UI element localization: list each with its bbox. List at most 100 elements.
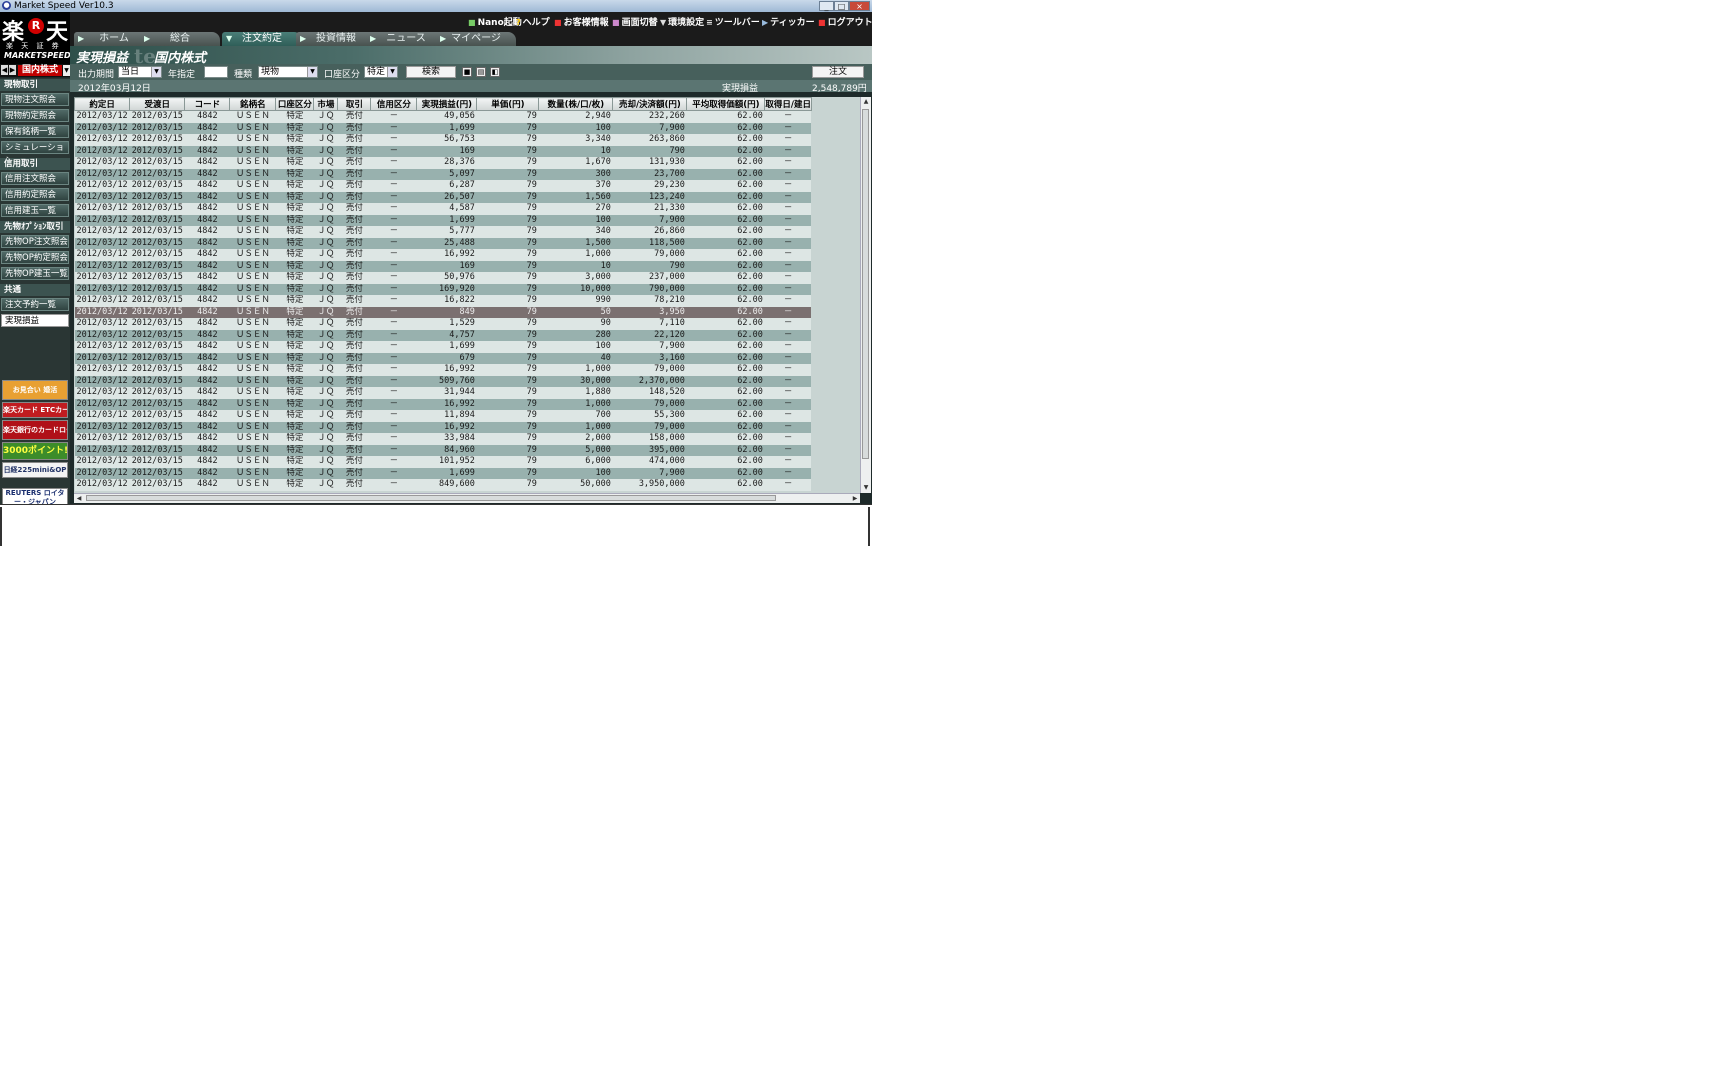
sidebar-item-simulation[interactable]: シミュレーション: [1, 141, 69, 166]
column-header[interactable]: 取得日/建日: [764, 97, 812, 111]
table-row[interactable]: 2012/03/12 2012/03/15 4842 ＵＳＥＮ 特定 ＪＱ 売付 － 5,097…: [74, 168, 812, 180]
minimize-button[interactable]: _: [819, 1, 834, 11]
nano-link[interactable]: ■ Nano起動: [468, 15, 522, 28]
column-header[interactable]: コード: [184, 97, 231, 111]
column-header[interactable]: 実現損益(円): [416, 97, 478, 111]
table-row[interactable]: 2012/03/12 2012/03/15 4842 ＵＳＥＮ 特定 ＪＱ 売付 － 31,94…: [74, 387, 812, 399]
logout-link[interactable]: ■ ログアウト: [818, 15, 872, 28]
order-button[interactable]: 注文: [812, 66, 864, 78]
sidebar-item-margin-orders[interactable]: 信用注文照会: [1, 172, 69, 185]
ad-banner-nikkei[interactable]: 日経225mini&OP: [2, 462, 68, 478]
period-select[interactable]: 当日 ▼: [118, 66, 162, 78]
sidebar-item-futures-executions[interactable]: 先物OP約定照会: [1, 251, 69, 264]
ad-banner-points[interactable]: 3000ポイント!: [2, 442, 68, 460]
scroll-up-icon[interactable]: ▲: [861, 97, 871, 107]
table-row[interactable]: 2012/03/12 2012/03/15 4842 ＵＳＥＮ 特定 ＪＱ 売付 － 49,05…: [74, 110, 812, 123]
table-row[interactable]: 2012/03/12 2012/03/15 4842 ＵＳＥＮ 特定 ＪＱ 売付 － 16,99…: [74, 249, 812, 261]
vertical-scrollbar[interactable]: ▲ ▼: [860, 97, 871, 493]
table-row[interactable]: 2012/03/12 2012/03/15 4842 ＵＳＥＮ 特定 ＪＱ 売付 － 169 79…: [74, 260, 812, 272]
horizontal-scrollbar[interactable]: ◀ ▶: [74, 493, 860, 503]
table-row[interactable]: 2012/03/12 2012/03/15 4842 ＵＳＥＮ 特定 ＪＱ 売付 － 169 79…: [74, 145, 812, 157]
tab-orders[interactable]: ▼ 注文約定: [222, 32, 302, 46]
table-row[interactable]: 2012/03/12 2012/03/15 4842 ＵＳＥＮ 特定 ＪＱ 売付 － 84,96…: [74, 444, 812, 456]
maximize-button[interactable]: □: [834, 1, 849, 11]
scroll-left-icon[interactable]: ◀: [74, 494, 84, 503]
sidebar-item-reserved-orders[interactable]: 注文予約一覧: [1, 298, 69, 311]
export-icon[interactable]: ◧: [490, 67, 500, 77]
table-row[interactable]: 2012/03/12 2012/03/15 4842 ＵＳＥＮ 特定 ＪＱ 売付 － 28,37…: [74, 157, 812, 169]
table-row[interactable]: 2012/03/12 2012/03/15 4842 ＵＳＥＮ 特定 ＪＱ 売付 － 11,89…: [74, 410, 812, 422]
tab-mypage[interactable]: ▶ マイページ: [436, 32, 516, 46]
table-row[interactable]: 2012/03/12 2012/03/15 4842 ＵＳＥＮ 特定 ＪＱ 売付 － 16,99…: [74, 398, 812, 410]
table-row[interactable]: 2012/03/12 2012/03/15 4842 ＵＳＥＮ 特定 ＪＱ 売付 － 6,287…: [74, 180, 812, 192]
table-row[interactable]: 2012/03/12 2012/03/15 4842 ＵＳＥＮ 特定 ＪＱ 売付 － 16,99…: [74, 421, 812, 433]
tab-news[interactable]: ▶ ニュース: [366, 32, 446, 46]
table-row[interactable]: 2012/03/12 2012/03/15 4842 ＵＳＥＮ 特定 ＪＱ 売付 － 4,757…: [74, 329, 812, 341]
prev-arrow-icon[interactable]: ◀: [1, 65, 8, 75]
sidebar-item-futures-positions[interactable]: 先物OP建玉一覧: [1, 267, 69, 280]
table-row[interactable]: 2012/03/12 2012/03/15 4842 ＵＳＥＮ 特定 ＪＱ 売付 － 509,7…: [74, 375, 812, 387]
toolbar-link[interactable]: ≡ ツールバー: [706, 15, 760, 28]
table-row[interactable]: 2012/03/12 2012/03/15 4842 ＵＳＥＮ 特定 ＪＱ 売付 － 1,699…: [74, 214, 812, 226]
table-row[interactable]: 2012/03/12 2012/03/15 4842 ＵＳＥＮ 特定 ＪＱ 売付 － 1,699…: [74, 341, 812, 353]
scroll-down-icon[interactable]: ▼: [861, 483, 871, 493]
close-button[interactable]: ×: [849, 1, 870, 11]
table-row[interactable]: 2012/03/12 2012/03/15 4842 ＵＳＥＮ 特定 ＪＱ 売付 － 169,9…: [74, 283, 812, 295]
column-header[interactable]: 取引: [337, 97, 372, 111]
print-icon[interactable]: ▤: [476, 67, 486, 77]
sidebar-item-realized-pl[interactable]: 実現損益: [1, 314, 69, 327]
table-row[interactable]: 2012/03/12 2012/03/15 4842 ＵＳＥＮ 特定 ＪＱ 売付 － 849 79…: [74, 306, 812, 318]
horizontal-scroll-thumb[interactable]: [86, 495, 776, 501]
scroll-right-icon[interactable]: ▶: [850, 494, 860, 503]
column-header[interactable]: 売却/決済額(円): [612, 97, 688, 111]
table-row[interactable]: 2012/03/12 2012/03/15 4842 ＵＳＥＮ 特定 ＪＱ 売付 － 50,97…: [74, 272, 812, 284]
table-row[interactable]: 2012/03/12 2012/03/15 4842 ＵＳＥＮ 特定 ＪＱ 売付 － 16,82…: [74, 295, 812, 307]
table-row[interactable]: 2012/03/12 2012/03/15 4842 ＵＳＥＮ 特定 ＪＱ 売付 － 16,99…: [74, 364, 812, 376]
column-header[interactable]: 単価(円): [476, 97, 540, 111]
table-row[interactable]: 2012/03/12 2012/03/15 4842 ＵＳＥＮ 特定 ＪＱ 売付 － 5,777…: [74, 226, 812, 238]
market-selector-value[interactable]: 国内株式: [18, 65, 62, 76]
ad-banner-marriage[interactable]: お見合い 婚活: [2, 380, 68, 400]
table-row[interactable]: 2012/03/12 2012/03/15 4842 ＵＳＥＮ 特定 ＪＱ 売付 － 101,9…: [74, 456, 812, 468]
table-row[interactable]: 2012/03/12 2012/03/15 4842 ＵＳＥＮ 特定 ＪＱ 売付 － 1,529…: [74, 318, 812, 330]
chevron-down-icon[interactable]: ▼: [63, 65, 70, 76]
type-select[interactable]: 現物 ▼: [258, 66, 318, 78]
vertical-scroll-thumb[interactable]: [862, 109, 869, 459]
ticker-link[interactable]: ▶ ティッカー: [762, 15, 815, 28]
tab-investment-info[interactable]: ▶ 投資情報: [296, 32, 376, 46]
next-arrow-icon[interactable]: ▶: [9, 65, 16, 75]
table-row[interactable]: 2012/03/12 2012/03/15 4842 ＵＳＥＮ 特定 ＪＱ 売付 － 56,75…: [74, 134, 812, 146]
table-row[interactable]: 2012/03/12 2012/03/15 4842 ＵＳＥＮ 特定 ＪＱ 売付 － 1,699…: [74, 467, 812, 479]
column-header[interactable]: 約定日: [74, 97, 131, 111]
sidebar-item-spot-orders[interactable]: 現物注文照会: [1, 93, 69, 106]
screen-switch-link[interactable]: ■ 画面切替: [612, 15, 658, 28]
table-row[interactable]: 2012/03/12 2012/03/15 4842 ＵＳＥＮ 特定 ＪＱ 売付 － 25,48…: [74, 237, 812, 249]
customer-info-link[interactable]: ■ お客様情報: [554, 15, 609, 28]
help-link[interactable]: ? ヘルプ: [516, 15, 550, 28]
table-row[interactable]: 2012/03/12 2012/03/15 4842 ＵＳＥＮ 特定 ＪＱ 売付 － 849,6…: [74, 479, 812, 491]
ad-banner-card[interactable]: 楽天カード ETCカード: [2, 402, 68, 418]
table-row[interactable]: 2012/03/12 2012/03/15 4842 ＵＳＥＮ 特定 ＪＱ 売付 － 33,98…: [74, 433, 812, 445]
column-header[interactable]: 銘柄名: [229, 97, 277, 111]
table-row[interactable]: 2012/03/12 2012/03/15 4842 ＵＳＥＮ 特定 ＪＱ 売付 － 1,699…: [74, 122, 812, 134]
sidebar-item-futures-orders[interactable]: 先物OP注文照会: [1, 235, 69, 248]
column-header[interactable]: 信用区分: [370, 97, 418, 111]
sidebar-item-margin-positions[interactable]: 信用建玉一覧: [1, 204, 69, 217]
ad-banner-loan[interactable]: 楽天銀行のカードローン: [2, 420, 68, 440]
column-header[interactable]: 市場: [313, 97, 339, 111]
column-header[interactable]: 平均取得価額(円): [686, 97, 766, 111]
table-row[interactable]: 2012/03/12 2012/03/15 4842 ＵＳＥＮ 特定 ＪＱ 売付 － 679 79…: [74, 352, 812, 364]
table-row[interactable]: 2012/03/12 2012/03/15 4842 ＵＳＥＮ 特定 ＪＱ 売付 － 26,50…: [74, 191, 812, 203]
year-input[interactable]: [204, 66, 228, 78]
sidebar-item-holdings[interactable]: 保有銘柄一覧: [1, 125, 69, 138]
settings-link[interactable]: ▼ 環境設定: [660, 15, 704, 28]
column-header[interactable]: 口座区分: [275, 97, 315, 111]
search-button[interactable]: 検索: [406, 66, 456, 78]
sidebar-item-margin-executions[interactable]: 信用約定照会: [1, 188, 69, 201]
table-row[interactable]: 2012/03/12 2012/03/15 4842 ＵＳＥＮ 特定 ＪＱ 売付 － 4,587…: [74, 203, 812, 215]
account-select[interactable]: 特定 ▼: [364, 66, 398, 78]
save-icon[interactable]: ■: [462, 67, 472, 77]
column-header[interactable]: 数量(株/口/枚): [538, 97, 614, 111]
column-header[interactable]: 受渡日: [129, 97, 186, 111]
sidebar-item-spot-executions[interactable]: 現物約定照会: [1, 109, 69, 122]
